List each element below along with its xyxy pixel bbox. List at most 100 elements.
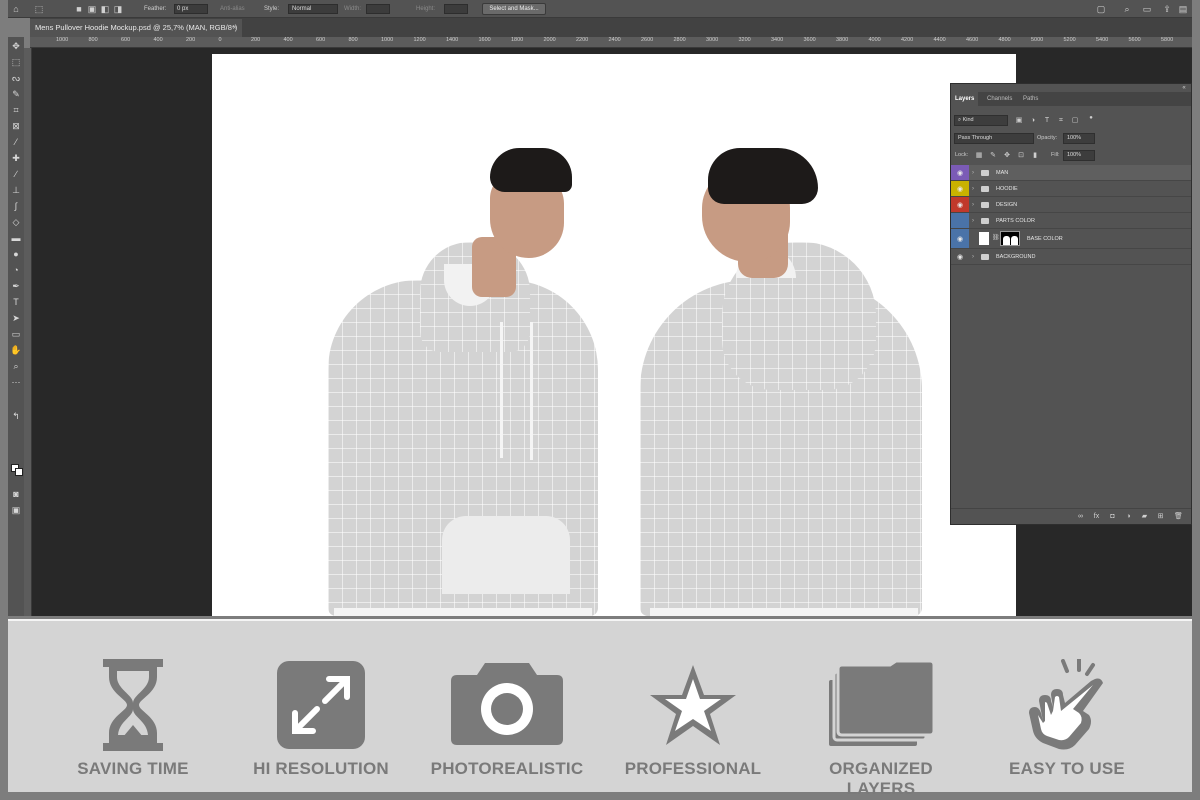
history-brush-tool-icon[interactable]: ∫	[8, 199, 24, 213]
visibility-eye-icon[interactable]: ◉	[951, 249, 969, 264]
new-group-icon[interactable]: ▰	[1139, 512, 1150, 522]
folder-icon	[981, 185, 989, 192]
expand-chevron-icon[interactable]: ›	[972, 170, 974, 176]
search-icon[interactable]: ⌕	[1122, 4, 1132, 14]
ruler-tick: 200	[186, 37, 196, 43]
width-input[interactable]	[366, 4, 390, 14]
layer-thumbnail[interactable]	[979, 232, 989, 245]
lock-pixels-icon[interactable]: ✎	[989, 152, 997, 160]
dodge-tool-icon[interactable]: ◔	[8, 263, 24, 277]
filter-type-icon[interactable]: T	[1043, 117, 1051, 125]
subtract-selection-icon[interactable]: ◧	[100, 4, 110, 14]
new-selection-icon[interactable]: ■	[74, 4, 84, 14]
filter-toggle-icon[interactable]: ●	[1087, 114, 1095, 122]
feather-input[interactable]: 0 px	[174, 4, 208, 14]
path-select-tool-icon[interactable]: ➤	[8, 311, 24, 325]
arrange-icon[interactable]: ▭	[1142, 4, 1152, 14]
lasso-tool-icon[interactable]: ᔓ	[8, 71, 24, 85]
home-icon[interactable]: ⌂	[11, 4, 21, 14]
quick-mask-icon[interactable]: ◙	[8, 487, 24, 501]
visibility-eye-icon[interactable]: ◉	[951, 165, 969, 180]
layer-row[interactable]: › PARTS COLOR	[951, 213, 1191, 229]
screen-mode-icon[interactable]: ▣	[8, 503, 24, 517]
blend-mode-select[interactable]: Pass Through	[954, 133, 1034, 144]
feature-professional: PROFESSIONAL	[608, 621, 778, 794]
add-mask-icon[interactable]: ◘	[1107, 512, 1118, 522]
panel-collapse-icon[interactable]: «	[1180, 84, 1188, 92]
height-input[interactable]	[444, 4, 468, 14]
filter-shape-icon[interactable]: ⌗	[1057, 117, 1065, 125]
filter-adjustment-icon[interactable]: ◑	[1029, 117, 1037, 125]
lock-transparency-icon[interactable]: ▦	[975, 152, 983, 160]
frame-tool-icon[interactable]: ⊠	[8, 119, 24, 133]
stamp-tool-icon[interactable]: ⊥	[8, 183, 24, 197]
kind-filter-label: Kind	[962, 117, 974, 123]
hand-tool-icon[interactable]: ✋	[8, 343, 24, 357]
adjustment-layer-icon[interactable]: ◑	[1123, 512, 1134, 522]
more-tools-icon[interactable]: ⋯	[8, 375, 24, 389]
brush-tool-icon[interactable]: ∕	[8, 167, 24, 181]
blur-tool-icon[interactable]: ●	[8, 247, 24, 261]
visibility-eye-icon[interactable]	[951, 213, 969, 228]
lock-label: Lock:	[955, 152, 969, 158]
rect-marquee-tool-icon[interactable]: ⬚	[8, 55, 24, 69]
tab-layers[interactable]: Layers	[951, 92, 979, 106]
workspace-icon[interactable]: ▢	[1096, 4, 1106, 14]
filter-pixel-icon[interactable]: ▣	[1015, 117, 1023, 125]
type-tool-icon[interactable]: T	[8, 295, 24, 309]
fill-input[interactable]: 100%	[1063, 150, 1095, 161]
filter-smart-object-icon[interactable]: ▢	[1071, 117, 1079, 125]
settings-icon[interactable]: ▤	[1178, 4, 1188, 14]
tab-paths[interactable]: Paths	[1019, 92, 1042, 106]
layer-row[interactable]: ◉ › DESIGN	[951, 197, 1191, 213]
eyedropper-tool-icon[interactable]: ⁄	[8, 135, 24, 149]
pen-tool-icon[interactable]: ✒	[8, 279, 24, 293]
add-selection-icon[interactable]: ▣	[87, 4, 97, 14]
intersect-selection-icon[interactable]: ◨	[113, 4, 123, 14]
document-canvas[interactable]	[212, 54, 1016, 616]
gradient-tool-icon[interactable]: ▬	[8, 231, 24, 245]
marquee-tool-icon[interactable]: ⬚	[34, 4, 44, 14]
background-color-swatch[interactable]	[15, 468, 23, 476]
swap-colors-icon[interactable]: ↰	[8, 409, 24, 423]
document-tab[interactable]: Mens Pullover Hoodie Mockup.psd @ 25,7% …	[30, 19, 242, 37]
select-and-mask-button[interactable]: Select and Mask...	[482, 3, 546, 15]
healing-tool-icon[interactable]: ✚	[8, 151, 24, 165]
lock-all-icon[interactable]: ▮	[1031, 152, 1039, 160]
share-icon[interactable]: ⇪	[1162, 4, 1172, 14]
move-tool-icon[interactable]: ✥	[8, 39, 24, 53]
layer-name: HOODIE	[996, 185, 1018, 192]
delete-layer-icon[interactable]: 🗑	[1173, 512, 1184, 522]
shape-tool-icon[interactable]: ▭	[8, 327, 24, 341]
close-icon[interactable]: ×	[232, 19, 237, 37]
link-layers-icon[interactable]: ∞	[1075, 512, 1086, 522]
visibility-eye-icon[interactable]: ◉	[951, 181, 969, 196]
lock-position-icon[interactable]: ✥	[1003, 152, 1011, 160]
layer-row[interactable]: ◉ › HOODIE	[951, 181, 1191, 197]
anti-alias-checkbox[interactable]: Anti-alias	[220, 3, 245, 15]
layer-row[interactable]: ◉ › BACKGROUND	[951, 249, 1191, 265]
new-layer-icon[interactable]: ⊞	[1155, 512, 1166, 522]
layer-style-icon[interactable]: fx	[1091, 512, 1102, 522]
toolbox: ✥ ⬚ ᔓ ✎ ⌗ ⊠ ⁄ ✚ ∕ ⊥ ∫ ◇ ▬ ● ◔ ✒ T ➤ ▭ ✋ …	[8, 37, 24, 616]
zoom-tool-icon[interactable]: ⌕	[8, 359, 24, 373]
quick-select-tool-icon[interactable]: ✎	[8, 87, 24, 101]
tab-channels[interactable]: Channels	[983, 92, 1016, 106]
crop-tool-icon[interactable]: ⌗	[8, 103, 24, 117]
layer-row[interactable]: ◉ › MAN	[951, 165, 1191, 181]
visibility-eye-icon[interactable]: ◉	[951, 229, 969, 248]
layer-mask-thumbnail[interactable]	[1000, 231, 1020, 246]
eraser-tool-icon[interactable]: ◇	[8, 215, 24, 229]
kind-filter-select[interactable]: ⌕ Kind	[954, 115, 1008, 126]
mask-link-icon[interactable]: ⛓	[992, 234, 1000, 241]
expand-chevron-icon[interactable]: ›	[972, 202, 974, 208]
visibility-eye-icon[interactable]: ◉	[951, 197, 969, 212]
style-select[interactable]: Normal	[288, 4, 338, 14]
opacity-input[interactable]: 100%	[1063, 133, 1095, 144]
layer-row[interactable]: ◉ ⛓ BASE COLOR	[951, 229, 1191, 249]
screenshot-frame: ⌂ ⬚ ■ ▣ ◧ ◨ Feather: 0 px Anti-alias Sty…	[0, 0, 1200, 800]
lock-artboard-icon[interactable]: ⊡	[1017, 152, 1025, 160]
expand-chevron-icon[interactable]: ›	[972, 186, 974, 192]
expand-chevron-icon[interactable]: ›	[972, 218, 974, 224]
expand-chevron-icon[interactable]: ›	[972, 254, 974, 260]
